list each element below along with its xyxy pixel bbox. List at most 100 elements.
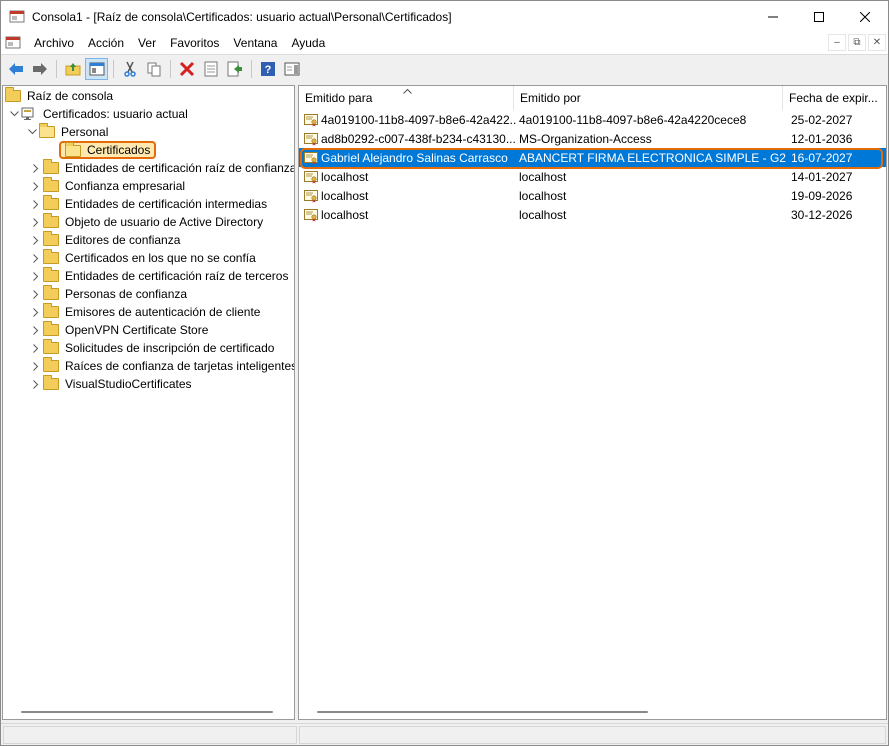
certificate-row[interactable]: 4a019100-11b8-4097-b8e6-42a422... 4a01910… — [299, 110, 886, 129]
tree-item-folder[interactable]: Entidades de certificación raíz de confi… — [29, 159, 294, 177]
folder-icon — [43, 339, 59, 354]
certificate-row[interactable]: localhost localhost 30-12-2026 — [299, 205, 886, 224]
certificate-row[interactable]: ad8b0292-c007-438f-b234-c43130... MS-Orga… — [299, 129, 886, 148]
child-minimize-button[interactable]: – — [828, 34, 846, 51]
cut-button[interactable] — [118, 58, 141, 80]
toolbar-separator — [251, 59, 252, 78]
tree-item-folder[interactable]: Entidades de certificación raíz de terce… — [29, 267, 290, 285]
tree-item-label: Editores de confianza — [65, 233, 181, 247]
tree-item-personal[interactable]: Personal — [25, 123, 110, 141]
tree-item-folder[interactable]: Raíces de confianza de tarjetas intelige… — [29, 357, 294, 375]
show-hide-console-tree-button[interactable] — [85, 57, 108, 80]
maximize-button[interactable] — [796, 1, 842, 32]
cell-expiration: 19-09-2026 — [791, 188, 853, 203]
certificate-store-icon — [21, 107, 37, 121]
tree-item-selected-label: Certificados — [59, 141, 157, 159]
menu-ver[interactable]: Ver — [131, 32, 163, 54]
certificate-row[interactable]: localhost localhost 19-09-2026 — [299, 186, 886, 205]
expand-chevron-icon[interactable] — [29, 159, 43, 177]
certificate-icon — [304, 132, 318, 146]
tree-horizontal-scrollbar[interactable] — [3, 702, 294, 719]
certificate-row[interactable]: localhost localhost 14-01-2027 — [299, 167, 886, 186]
expand-chevron-icon[interactable] — [29, 303, 43, 321]
expand-chevron-icon[interactable] — [29, 321, 43, 339]
tree-item-certificados[interactable]: Certificados — [59, 141, 157, 159]
child-restore-button[interactable]: ⧉ — [848, 34, 866, 51]
tree-item-folder[interactable]: Editores de confianza — [29, 231, 182, 249]
tree-item-label: Personal — [61, 125, 109, 139]
copy-button[interactable] — [142, 58, 165, 80]
console-tree-pane[interactable]: Raíz de consola Certificados: usuario ac… — [2, 85, 295, 720]
tree-item-folder[interactable]: VisualStudioCertificates — [29, 375, 194, 393]
up-one-level-button[interactable] — [61, 58, 84, 80]
toolbar-separator — [170, 59, 171, 78]
scrollbar-thumb[interactable] — [317, 711, 648, 713]
back-arrow-icon — [8, 62, 23, 75]
tree-item-folder[interactable]: Personas de confianza — [29, 285, 189, 303]
console-window-icon[interactable] — [5, 35, 21, 51]
tree-item-folder[interactable]: Certificados en los que no se confía — [29, 249, 258, 267]
title-bar[interactable]: Consola1 - [Raíz de consola\Certificados… — [1, 1, 888, 32]
expand-chevron-icon[interactable] — [29, 267, 43, 285]
tree-item-folder[interactable]: Confianza empresarial — [29, 177, 187, 195]
expand-chevron-icon[interactable] — [29, 285, 43, 303]
expand-chevron-icon[interactable] — [29, 195, 43, 213]
tree-item-root[interactable]: Raíz de consola — [5, 87, 115, 105]
menu-favoritos[interactable]: Favoritos — [163, 32, 226, 54]
tree-item-label: Raíz de consola — [27, 89, 114, 103]
mmc-app-icon — [9, 9, 25, 25]
certificate-icon — [304, 151, 318, 165]
properties-button[interactable] — [199, 58, 222, 80]
column-header-expiration[interactable]: Fecha de expir... — [783, 86, 886, 110]
tree-item-label: VisualStudioCertificates — [65, 377, 192, 391]
cell-issued-to: localhost — [321, 188, 369, 203]
refresh-button[interactable] — [223, 58, 246, 80]
delete-button[interactable] — [175, 58, 198, 80]
tree-item-folder[interactable]: OpenVPN Certificate Store — [29, 321, 210, 339]
collapse-chevron-icon[interactable] — [25, 123, 39, 141]
cut-icon — [123, 61, 136, 77]
minimize-button[interactable] — [750, 1, 796, 32]
cell-issued-by: ABANCERT FIRMA ELECTRONICA SIMPLE - G2-1 — [519, 150, 786, 165]
tree-item-folder[interactable]: Objeto de usuario de Active Directory — [29, 213, 265, 231]
menu-ayuda[interactable]: Ayuda — [284, 32, 332, 54]
expand-chevron-icon[interactable] — [29, 231, 43, 249]
folder-icon — [43, 177, 59, 192]
expand-chevron-icon[interactable] — [29, 213, 43, 231]
close-button[interactable] — [842, 1, 888, 32]
menu-accion[interactable]: Acción — [81, 32, 131, 54]
tree-item-folder[interactable]: Entidades de certificación intermedias — [29, 195, 269, 213]
list-horizontal-scrollbar[interactable] — [299, 702, 886, 719]
tree-item-cert-store[interactable]: Certificados: usuario actual — [7, 105, 190, 123]
forward-button[interactable] — [28, 58, 51, 80]
column-header-issued-to[interactable]: Emitido para — [299, 86, 514, 110]
child-close-button[interactable]: ✕ — [868, 34, 886, 51]
folder-icon — [43, 267, 59, 282]
cell-issued-to: localhost — [321, 169, 369, 184]
menu-ventana[interactable]: Ventana — [226, 32, 284, 54]
folder-icon — [43, 321, 59, 336]
folder-icon — [43, 375, 59, 390]
collapse-chevron-icon[interactable] — [7, 105, 21, 123]
results-pane[interactable]: Emitido para Emitido por Fecha de expir.… — [298, 85, 887, 720]
expand-chevron-icon[interactable] — [29, 357, 43, 375]
expand-chevron-icon[interactable] — [29, 375, 43, 393]
folder-icon — [43, 159, 59, 174]
certificate-row[interactable]: Gabriel Alejandro Salinas Carrasco ABANCE… — [299, 148, 886, 167]
menu-archivo[interactable]: Archivo — [27, 32, 81, 54]
expand-chevron-icon[interactable] — [29, 339, 43, 357]
tree-item-folder[interactable]: Emisores de autenticación de cliente — [29, 303, 262, 321]
column-label: Emitido por — [520, 91, 581, 105]
mmc-window: Consola1 - [Raíz de consola\Certificados… — [0, 0, 889, 746]
column-header-issued-by[interactable]: Emitido por — [514, 86, 783, 110]
tree-item-folder[interactable]: Solicitudes de inscripción de certificad… — [29, 339, 276, 357]
folder-icon — [43, 195, 59, 210]
scrollbar-thumb[interactable] — [21, 711, 273, 713]
delete-icon — [179, 61, 194, 76]
help-button[interactable]: ? — [256, 58, 279, 80]
show-hide-action-pane-button[interactable] — [280, 58, 303, 80]
expand-chevron-icon[interactable] — [29, 177, 43, 195]
column-label: Emitido para — [305, 91, 373, 105]
back-button[interactable] — [4, 58, 27, 80]
expand-chevron-icon[interactable] — [29, 249, 43, 267]
